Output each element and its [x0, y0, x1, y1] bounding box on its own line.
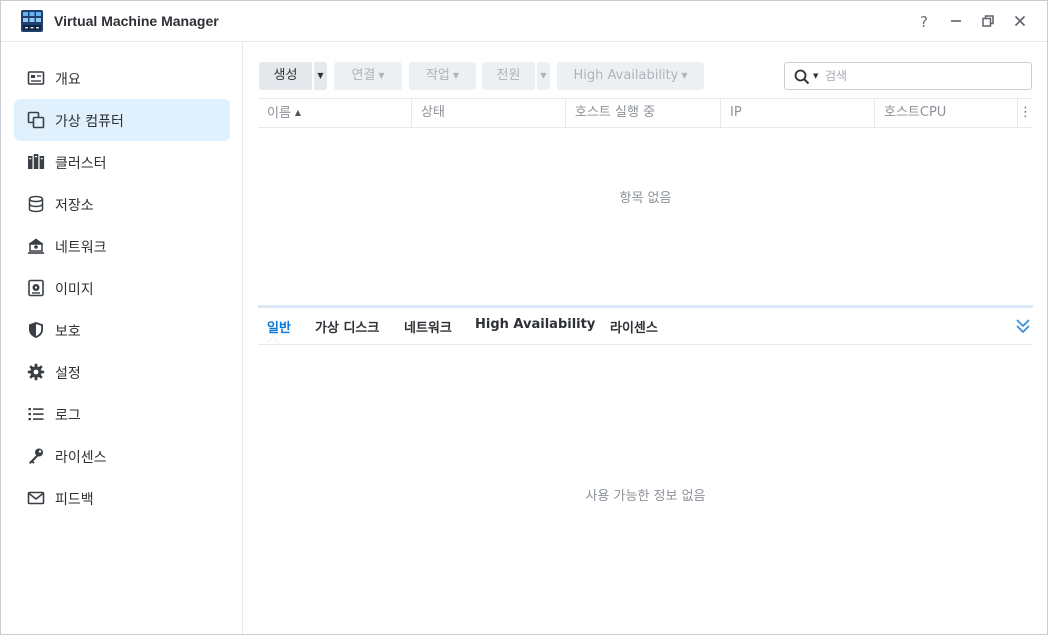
search-box[interactable]: ▼: [784, 62, 1032, 90]
log-list-icon: [28, 408, 44, 421]
detail-tabs: 일반 가상 디스크 네트워크 High Availability 라이센스: [258, 308, 1033, 345]
power-button[interactable]: 전원: [482, 62, 535, 90]
sidebar-item-network[interactable]: 네트워크: [14, 225, 230, 267]
caret-down-icon: ▼: [681, 71, 688, 80]
tab-high-availability[interactable]: High Availability: [475, 317, 595, 332]
empty-list-message: 항목 없음: [619, 191, 672, 206]
column-header-label: IP: [730, 105, 742, 120]
restore-icon: [982, 15, 994, 27]
close-button[interactable]: [1010, 12, 1030, 32]
sidebar-item-license[interactable]: 라이센스: [14, 435, 230, 477]
sidebar-item-overview[interactable]: 개요: [14, 57, 230, 99]
sidebar-item-settings[interactable]: 설정: [14, 351, 230, 393]
column-header-label: 상태: [421, 105, 445, 120]
column-header-running-host[interactable]: 호스트 실행 중: [566, 99, 721, 127]
sidebar-item-label: 가상 컴퓨터: [55, 114, 124, 130]
gear-icon: [27, 363, 45, 381]
minimize-button[interactable]: [946, 12, 966, 32]
sidebar-item-cluster[interactable]: 클러스터: [14, 141, 230, 183]
column-header-status[interactable]: 상태: [412, 99, 566, 127]
sidebar-item-label: 개요: [55, 72, 81, 88]
caret-down-icon: ▼: [378, 71, 385, 80]
empty-detail-message: 사용 가능한 정보 없음: [585, 489, 706, 504]
close-icon: [1014, 15, 1026, 27]
overview-icon: [27, 71, 45, 85]
column-header-label: 이름: [267, 106, 291, 121]
caret-down-icon[interactable]: ▼: [813, 72, 818, 80]
sidebar-item-protection[interactable]: 보호: [14, 309, 230, 351]
high-availability-label: High Availability: [573, 68, 679, 83]
connect-button[interactable]: 연결 ▼: [334, 62, 402, 90]
sidebar-item-storage[interactable]: 저장소: [14, 183, 230, 225]
tab-general[interactable]: 일반: [267, 317, 291, 336]
sidebar-item-label: 클러스터: [55, 156, 107, 172]
sidebar-item-label: 로그: [55, 408, 81, 424]
cluster-icon: [28, 154, 45, 169]
storage-icon: [28, 195, 44, 213]
mail-icon: [27, 491, 45, 505]
connect-label: 연결: [351, 68, 376, 83]
tab-license[interactable]: 라이센스: [610, 317, 658, 336]
create-dropdown-button[interactable]: ▼: [313, 62, 327, 90]
more-vertical-icon: ⋮: [1019, 105, 1032, 120]
sidebar-item-feedback[interactable]: 피드백: [14, 477, 230, 519]
caret-down-icon: ▼: [540, 71, 547, 80]
column-options-button[interactable]: ⋮: [1018, 99, 1033, 127]
tab-network[interactable]: 네트워크: [404, 317, 452, 336]
column-header-name[interactable]: 이름 ▲: [258, 99, 412, 127]
sidebar-item-image[interactable]: 이미지: [14, 267, 230, 309]
virtual-machine-icon: [27, 111, 45, 129]
caret-down-icon: ▼: [452, 71, 460, 80]
active-tab-indicator: [267, 336, 279, 343]
action-button[interactable]: 작업 ▼: [409, 62, 476, 90]
sort-ascending-icon: ▲: [294, 108, 302, 117]
column-header-host-cpu[interactable]: 호스트CPU: [875, 99, 1018, 127]
vmm-app-icon: [21, 10, 43, 32]
sidebar-item-label: 피드백: [55, 492, 94, 508]
sidebar-item-label: 저장소: [55, 198, 94, 214]
title-bar[interactable]: Virtual Machine Manager ?: [1, 1, 1047, 42]
search-icon: [794, 69, 810, 85]
vm-table-header: 이름 ▲ 상태 호스트 실행 중 IP 호스트CPU ⋮: [258, 98, 1033, 128]
sidebar-item-label: 이미지: [55, 282, 94, 298]
column-header-label: 호스트CPU: [884, 105, 947, 120]
caret-down-icon: ▼: [317, 71, 324, 80]
tab-virtual-disk[interactable]: 가상 디스크: [315, 317, 379, 336]
sidebar-item-label: 설정: [55, 366, 81, 382]
network-icon: [28, 238, 44, 254]
sidebar-item-label: 보호: [55, 324, 81, 340]
minimize-icon: [951, 20, 961, 22]
sidebar-item-log[interactable]: 로그: [14, 393, 230, 435]
restore-button[interactable]: [978, 12, 998, 32]
sidebar: 개요 가상 컴퓨터 클러스터 저장소 네트워크 이미지 보호 설정 로그 라이센…: [1, 42, 243, 634]
power-dropdown-button[interactable]: ▼: [536, 62, 550, 90]
help-button[interactable]: ?: [914, 12, 934, 32]
search-input[interactable]: [825, 67, 1025, 85]
app-title: Virtual Machine Manager: [54, 13, 219, 29]
collapse-panel-icon[interactable]: [1015, 317, 1031, 335]
sidebar-item-virtual-machine[interactable]: 가상 컴퓨터: [14, 99, 230, 141]
create-button[interactable]: 생성: [259, 62, 312, 90]
sidebar-item-label: 라이센스: [55, 450, 107, 466]
image-icon: [28, 279, 44, 297]
high-availability-button[interactable]: High Availability ▼: [557, 62, 704, 90]
action-label: 작업: [425, 68, 450, 83]
shield-icon: [29, 322, 43, 338]
sidebar-item-label: 네트워크: [55, 240, 107, 256]
key-icon: [29, 448, 43, 464]
column-header-label: 호스트 실행 중: [575, 105, 656, 120]
vmm-window: Virtual Machine Manager ? 개요 가상 컴퓨터 클러스터…: [0, 0, 1048, 635]
column-header-ip[interactable]: IP: [721, 99, 875, 127]
